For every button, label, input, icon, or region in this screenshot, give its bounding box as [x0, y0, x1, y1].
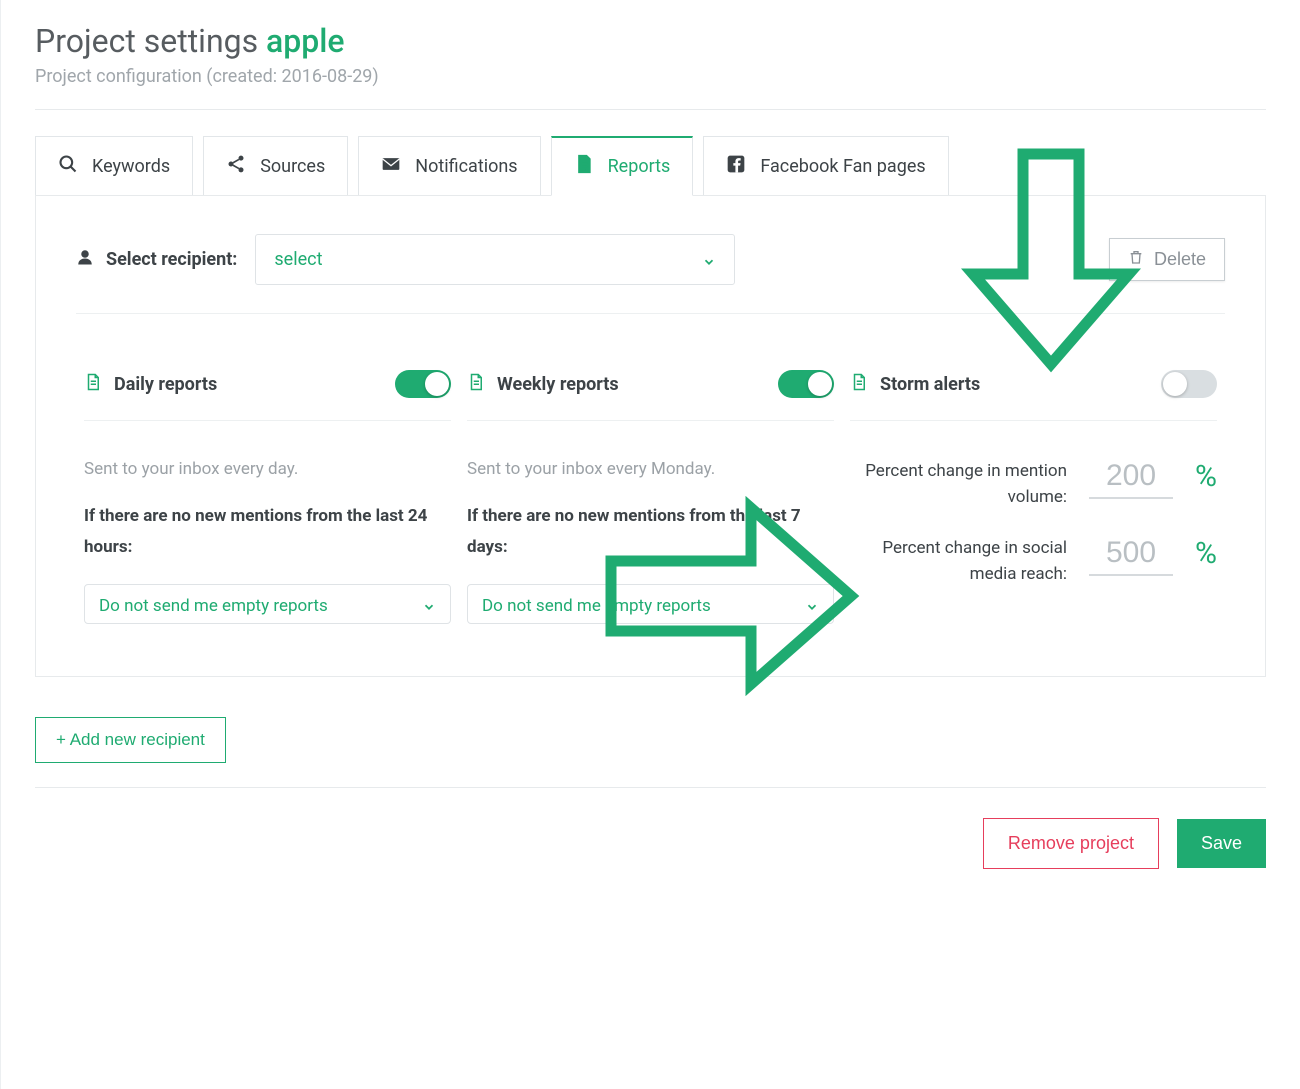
recipient-row: Select recipient: select Delete: [76, 226, 1225, 314]
document-icon: [467, 373, 485, 396]
storm-toggle[interactable]: [1161, 370, 1217, 398]
envelope-icon: [381, 154, 401, 179]
tab-label: Sources: [260, 156, 325, 177]
tab-notifications[interactable]: Notifications: [358, 136, 540, 196]
daily-title: Daily reports: [114, 374, 217, 395]
weekly-cond: If there are no new mentions from the la…: [467, 501, 834, 562]
save-button[interactable]: Save: [1177, 819, 1266, 868]
weekly-title: Weekly reports: [497, 374, 619, 395]
tab-keywords[interactable]: Keywords: [35, 136, 193, 196]
tab-reports[interactable]: Reports: [551, 136, 694, 196]
storm-alerts-column: Storm alerts Percent change in mention v…: [842, 370, 1225, 624]
storm-reach-label: Percent change in social media reach:: [850, 536, 1067, 587]
divider: [35, 109, 1266, 110]
document-icon: [850, 373, 868, 396]
trash-icon: [1128, 249, 1144, 270]
select-value: select: [274, 249, 322, 270]
dropdown-value: Do not send me empty reports: [482, 596, 711, 616]
recipient-select[interactable]: select: [255, 234, 735, 285]
reports-panel: Select recipient: select Delete Daily: [35, 195, 1266, 677]
person-icon: [76, 248, 94, 271]
page-title: Project settings apple: [35, 22, 1266, 60]
chevron-down-icon: [702, 253, 716, 267]
report-columns: Daily reports Sent to your inbox every d…: [76, 370, 1225, 624]
remove-project-button[interactable]: Remove project: [983, 818, 1159, 869]
page-subtitle: Project configuration (created: 2016-08-…: [35, 66, 1266, 87]
weekly-empty-dropdown[interactable]: Do not send me empty reports: [467, 584, 834, 624]
storm-reach-row: Percent change in social media reach: %: [850, 536, 1217, 587]
storm-mention-row: Percent change in mention volume: %: [850, 459, 1217, 510]
weekly-toggle[interactable]: [778, 370, 834, 398]
tab-sources[interactable]: Sources: [203, 136, 348, 196]
daily-reports-column: Daily reports Sent to your inbox every d…: [76, 370, 459, 624]
document-icon: [574, 154, 594, 179]
page-title-accent: apple: [266, 22, 345, 60]
weekly-reports-column: Weekly reports Sent to your inbox every …: [459, 370, 842, 624]
storm-reach-input[interactable]: [1089, 536, 1173, 576]
recipient-label-text: Select recipient:: [106, 249, 237, 270]
save-label: Save: [1201, 833, 1242, 853]
facebook-icon: [726, 154, 746, 179]
document-icon: [84, 373, 102, 396]
select-recipient-label: Select recipient:: [76, 248, 237, 271]
dropdown-value: Do not send me empty reports: [99, 596, 328, 616]
share-icon: [226, 154, 246, 179]
page-title-prefix: Project settings: [35, 22, 258, 60]
tabs: Keywords Sources Notifications Reports F…: [35, 136, 1266, 196]
storm-mention-label: Percent change in mention volume:: [850, 459, 1067, 510]
search-icon: [58, 154, 78, 179]
add-label: + Add new recipient: [56, 730, 205, 750]
tab-label: Facebook Fan pages: [760, 156, 925, 177]
tab-label: Keywords: [92, 156, 170, 177]
daily-desc: Sent to your inbox every day.: [84, 459, 451, 479]
tab-facebook[interactable]: Facebook Fan pages: [703, 136, 948, 196]
delete-label: Delete: [1154, 249, 1206, 270]
weekly-desc: Sent to your inbox every Monday.: [467, 459, 834, 479]
footer-actions: Remove project Save: [35, 818, 1266, 869]
daily-toggle[interactable]: [395, 370, 451, 398]
delete-button[interactable]: Delete: [1109, 238, 1225, 281]
storm-mention-input[interactable]: [1089, 459, 1173, 499]
add-recipient-button[interactable]: + Add new recipient: [35, 717, 226, 763]
daily-cond: If there are no new mentions from the la…: [84, 501, 451, 562]
chevron-down-icon: [422, 599, 436, 613]
tab-label: Notifications: [415, 156, 517, 177]
percent-sign: %: [1195, 459, 1217, 494]
daily-empty-dropdown[interactable]: Do not send me empty reports: [84, 584, 451, 624]
storm-title: Storm alerts: [880, 374, 980, 395]
chevron-down-icon: [805, 599, 819, 613]
percent-sign: %: [1195, 536, 1217, 571]
tab-label: Reports: [608, 156, 671, 177]
remove-label: Remove project: [1008, 833, 1134, 853]
divider: [35, 787, 1266, 788]
